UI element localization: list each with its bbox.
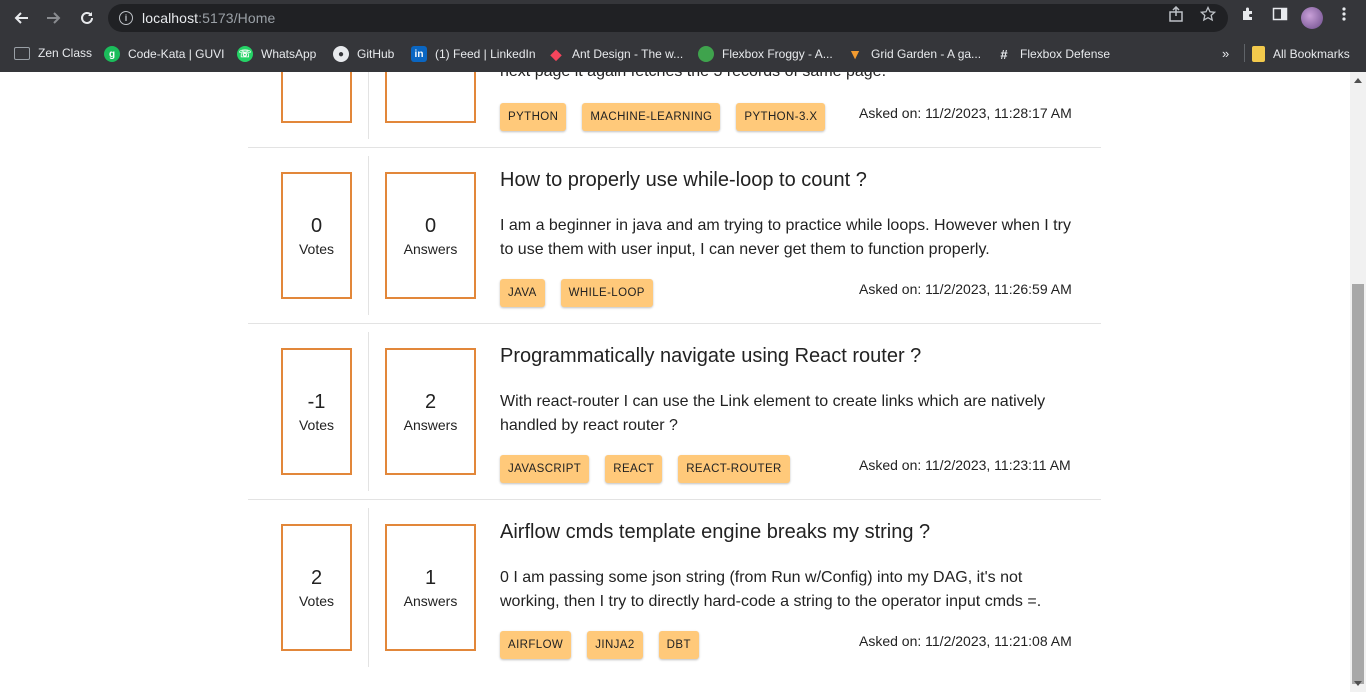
scroll-up-arrow-icon[interactable] [1354, 78, 1362, 83]
browser-toolbar: i localhost:5173/Home [0, 0, 1366, 36]
votes-box: -1 Votes [281, 348, 352, 475]
carrot-icon: ▼ [848, 46, 862, 62]
answers-box [385, 72, 476, 123]
tag-list: PYTHON MACHINE-LEARNING PYTHON-3.X [500, 103, 826, 131]
vote-count: 0 [310, 215, 323, 237]
votes-box [281, 72, 352, 123]
tag[interactable]: PYTHON [500, 103, 567, 131]
question-body: With react-router I can use the Link ele… [500, 393, 1046, 434]
bookmark-folder-icon [1252, 46, 1265, 62]
question-card: 0 Votes 0 Answers How to properly use wh… [248, 148, 1101, 324]
guvi-icon: g [104, 46, 120, 62]
tag[interactable]: PYTHON-3.X [736, 103, 826, 131]
question-card: 2 Votes 1 Answers Airflow cmds template … [248, 500, 1101, 676]
folder-icon [14, 46, 30, 60]
tag[interactable]: WHILE-LOOP [560, 279, 653, 307]
asked-timestamp: Asked on: 11/2/2023, 11:21:08 AM [859, 633, 1072, 649]
tag[interactable]: REACT [605, 455, 663, 483]
answer-count: 1 [424, 567, 437, 589]
card-divider [368, 72, 369, 139]
question-title[interactable]: How to properly use while-loop to count … [500, 169, 867, 192]
answer-count: 0 [424, 215, 437, 237]
votes-box: 2 Votes [281, 524, 352, 651]
tag[interactable]: JAVASCRIPT [500, 455, 590, 483]
share-icon[interactable] [1168, 5, 1184, 26]
tag[interactable]: AIRFLOW [500, 631, 572, 659]
more-bookmarks-chevron-icon[interactable]: » [1222, 46, 1229, 61]
bookmark-whatsapp[interactable]: ☏ WhatsApp [237, 46, 316, 62]
tag[interactable]: DBT [658, 631, 699, 659]
whatsapp-icon: ☏ [237, 46, 253, 62]
asked-timestamp: Asked on: 11/2/2023, 11:26:59 AM [859, 281, 1072, 297]
side-panel-icon[interactable] [1272, 6, 1288, 26]
all-bookmarks[interactable]: All Bookmarks [1252, 46, 1350, 62]
bookmark-zen-class[interactable]: Zen Class [14, 46, 92, 60]
votes-label: Votes [298, 241, 335, 257]
menu-kebab-icon[interactable] [1336, 6, 1352, 26]
card-divider [368, 332, 369, 491]
tag-list: JAVA WHILE-LOOP [500, 279, 653, 307]
card-divider [368, 508, 369, 667]
tag[interactable]: REACT-ROUTER [678, 455, 790, 483]
bookmark-star-icon[interactable] [1199, 5, 1217, 26]
bookmark-flexbox-defense[interactable]: # Flexbox Defense [996, 46, 1110, 62]
scroll-thumb[interactable] [1352, 284, 1364, 684]
answers-box: 0 Answers [385, 172, 476, 299]
profile-avatar[interactable] [1301, 7, 1323, 29]
frog-icon [698, 46, 714, 62]
forward-arrow-icon[interactable] [41, 5, 67, 31]
browser-chrome: i localhost:5173/Home Zen Class g Code-K… [0, 0, 1366, 72]
page-viewport: next page it again fetches the 5 records… [0, 72, 1350, 692]
address-bar[interactable]: i localhost:5173/Home [108, 4, 1228, 32]
url-text: localhost:5173/Home [142, 10, 276, 26]
linkedin-icon: in [411, 46, 427, 62]
answers-box: 1 Answers [385, 524, 476, 651]
tag[interactable]: MACHINE-LEARNING [582, 103, 721, 131]
votes-label: Votes [298, 593, 335, 609]
question-body: I am a beginner in java and am trying to… [500, 217, 1071, 258]
bookmark-github[interactable]: ● GitHub [333, 46, 394, 62]
question-body: 0 I am passing some json string (from Ru… [500, 569, 1042, 610]
question-body: next page it again fetches the 5 records… [500, 72, 1080, 84]
back-arrow-icon[interactable] [8, 5, 34, 31]
bookmark-ant-design[interactable]: ◆ Ant Design - The w... [548, 45, 684, 62]
answers-label: Answers [403, 593, 458, 609]
tag-list: JAVASCRIPT REACT REACT-ROUTER [500, 455, 790, 483]
vote-count: 2 [310, 567, 323, 589]
page-scrollbar[interactable] [1350, 72, 1366, 692]
votes-label: Votes [298, 417, 335, 433]
card-divider [368, 156, 369, 315]
question-title[interactable]: Airflow cmds template engine breaks my s… [500, 521, 930, 544]
answers-label: Answers [403, 241, 458, 257]
bookmark-grid-garden[interactable]: ▼ Grid Garden - A ga... [847, 46, 981, 62]
bookmark-flexbox-froggy[interactable]: Flexbox Froggy - A... [698, 46, 833, 62]
scroll-down-arrow-icon[interactable] [1354, 681, 1362, 686]
answer-count: 2 [424, 391, 437, 413]
asked-timestamp: Asked on: 11/2/2023, 11:28:17 AM [859, 105, 1072, 121]
bookmarks-bar: Zen Class g Code-Kata | GUVI ☏ WhatsApp … [0, 36, 1366, 72]
question-title[interactable]: Programmatically navigate using React ro… [500, 345, 921, 368]
answers-box: 2 Answers [385, 348, 476, 475]
votes-box: 0 Votes [281, 172, 352, 299]
bookmarks-separator [1244, 44, 1245, 62]
answers-label: Answers [403, 417, 458, 433]
tag[interactable]: JINJA2 [587, 631, 643, 659]
asked-timestamp: Asked on: 11/2/2023, 11:23:11 AM [859, 457, 1071, 473]
reload-icon[interactable] [74, 5, 100, 31]
flexbox-defense-icon: # [1000, 46, 1008, 62]
question-card: next page it again fetches the 5 records… [248, 72, 1101, 148]
antdesign-icon: ◆ [550, 45, 562, 62]
github-icon: ● [333, 46, 349, 62]
question-card: -1 Votes 2 Answers Programmatically navi… [248, 324, 1101, 500]
site-info-icon[interactable]: i [119, 11, 133, 25]
tag-list: AIRFLOW JINJA2 DBT [500, 631, 699, 659]
bookmark-linkedin[interactable]: in (1) Feed | LinkedIn [411, 46, 536, 62]
extensions-icon[interactable] [1240, 6, 1256, 26]
bookmark-code-kata[interactable]: g Code-Kata | GUVI [104, 46, 225, 62]
vote-count: -1 [307, 391, 326, 413]
tag[interactable]: JAVA [500, 279, 545, 307]
